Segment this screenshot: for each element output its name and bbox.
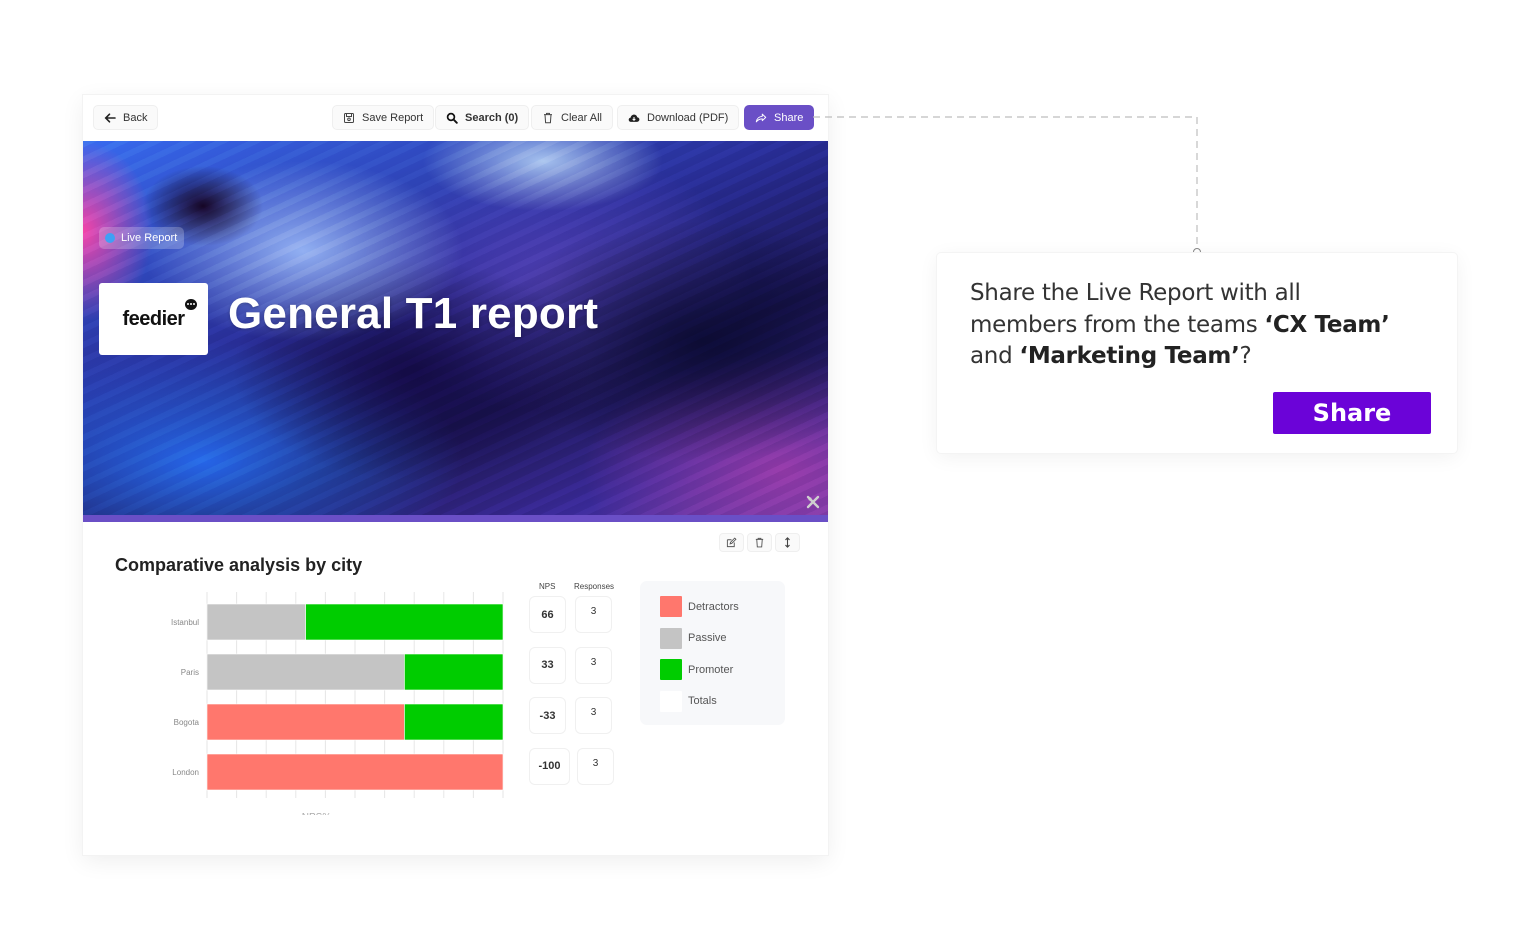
nps-value-cell: 66 [529, 596, 566, 633]
edit-icon [726, 537, 737, 548]
reorder-widget-button[interactable] [775, 533, 800, 552]
download-pdf-label: Download (PDF) [647, 111, 729, 124]
share-button[interactable]: Share [744, 105, 815, 130]
trash-icon [544, 112, 552, 123]
responses-value-cell: 3 [575, 646, 612, 684]
back-button[interactable]: Back [93, 105, 159, 130]
y-tick-label: Bogota [174, 718, 200, 727]
legend-swatch [660, 596, 682, 617]
bar-promoter-paris [404, 653, 504, 691]
responses-value-cell: 3 [575, 697, 612, 734]
legend-item-promoter[interactable]: Promoter [660, 659, 733, 680]
save-report-label: Save Report [362, 111, 424, 124]
back-label: Back [123, 111, 148, 124]
hero-accent-bar [83, 515, 828, 522]
search-icon [446, 112, 458, 124]
share-dialog: Share the Live Report with all members f… [937, 253, 1457, 453]
team-name-marketing: ‘Marketing Team’ [1019, 343, 1240, 369]
confirm-share-button[interactable]: Share [1273, 392, 1431, 434]
save-report-button[interactable]: Save Report [332, 105, 435, 130]
edit-cover-icon[interactable] [806, 495, 820, 509]
bar-promoter-bogota [404, 703, 504, 741]
trash-icon [755, 537, 764, 548]
share-message-middle: and [970, 343, 1020, 369]
delete-widget-button[interactable] [747, 533, 772, 552]
report-toolbar: Back Save Report Search (0) Clear All Do… [83, 95, 828, 141]
save-icon [344, 112, 354, 123]
dashed-connector-line [813, 116, 1198, 249]
y-tick-label: London [172, 768, 199, 777]
search-button[interactable]: Search (0) [435, 105, 530, 130]
download-pdf-button[interactable]: Download (PDF) [617, 105, 740, 130]
nps-value-cell: -100 [529, 747, 570, 785]
share-message-suffix: ? [1239, 343, 1252, 369]
cloud-download-icon [628, 114, 640, 122]
y-tick-label: Istanbul [171, 618, 199, 627]
bar-detractors-london [206, 753, 504, 791]
logo-text: feedier [122, 307, 185, 330]
chart-legend: Detractors Passive Promoter Totals [640, 581, 785, 725]
legend-item-totals[interactable]: Totals [660, 690, 717, 712]
share-label: Share [774, 111, 804, 124]
bar-passive-paris [206, 653, 405, 691]
nps-column-header: NPS [539, 582, 556, 591]
chat-bubble-icon [184, 298, 197, 310]
report-card: Back Save Report Search (0) Clear All Do… [83, 95, 828, 855]
search-label: Search (0) [465, 111, 519, 124]
legend-swatch [660, 690, 682, 712]
share-message-prefix: Share the Live Report with all members f… [970, 280, 1301, 338]
bar-promoter-istanbul [305, 603, 504, 641]
responses-value-cell: 3 [575, 596, 612, 633]
vertical-arrows-icon [785, 537, 790, 548]
edit-widget-button[interactable] [719, 533, 744, 552]
arrow-left-icon [104, 112, 116, 123]
legend-label: Totals [688, 695, 717, 707]
legend-label: Detractors [688, 600, 739, 613]
x-axis-label: NPS% [302, 812, 332, 815]
widget-actions [719, 533, 800, 552]
share-dialog-message: Share the Live Report with all members f… [970, 278, 1410, 373]
nps-value-cell: -33 [529, 697, 566, 734]
company-logo: feedier [99, 283, 208, 355]
responses-value-cell: 3 [577, 747, 614, 785]
legend-item-passive[interactable]: Passive [660, 627, 727, 649]
bar-detractors-bogota [206, 703, 405, 741]
widget-title: Comparative analysis by city [115, 555, 363, 575]
nps-stacked-bar-chart: Istanbul Paris Bogota London NPS% [113, 590, 513, 815]
live-report-badge[interactable]: Live Report [99, 227, 185, 249]
legend-label: Promoter [688, 663, 734, 676]
share-icon [755, 113, 767, 122]
team-name-cx: ‘CX Team’ [1264, 311, 1390, 338]
responses-column-header: Responses [574, 582, 615, 591]
nps-value-cell: 33 [529, 646, 566, 684]
report-title: General T1 report [228, 289, 599, 338]
bar-passive-istanbul [206, 603, 306, 641]
legend-swatch [660, 627, 682, 649]
legend-item-detractors[interactable]: Detractors [660, 596, 739, 617]
clear-all-label: Clear All [561, 111, 602, 124]
chart-svg: Istanbul Paris Bogota London NPS% [171, 592, 504, 815]
nps-responses-table: NPS Responses 66 3 33 3 -33 3 -100 3 [529, 582, 629, 792]
legend-swatch [660, 659, 682, 680]
report-hero-banner: Live Report feedier General T1 report [83, 141, 828, 515]
live-report-label: Live Report [121, 232, 178, 244]
legend-label: Passive [688, 632, 727, 644]
y-tick-label: Paris [181, 668, 199, 677]
live-status-dot-icon [105, 233, 115, 243]
clear-all-button[interactable]: Clear All [531, 105, 613, 130]
